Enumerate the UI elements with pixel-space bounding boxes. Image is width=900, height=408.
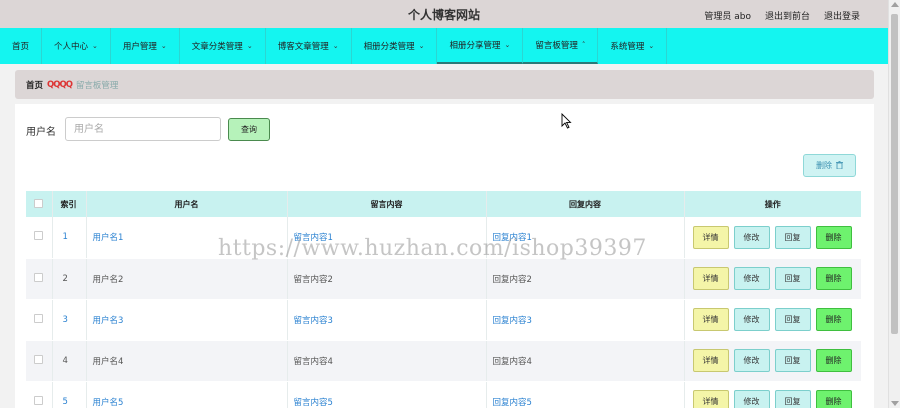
- breadcrumb-home[interactable]: 首页: [26, 79, 43, 91]
- reply-button[interactable]: 回复: [774, 308, 811, 331]
- header-reply: 回复内容: [485, 191, 684, 217]
- table-row: 3 用户名3 留言内容3 回复内容3 详情 修改 回复 删除: [26, 299, 861, 341]
- delete-button[interactable]: 删除: [815, 390, 852, 408]
- breadcrumb: 首页 QQQQ 留言板管理: [15, 70, 874, 99]
- row-reply: 回复内容4: [485, 340, 684, 382]
- edit-button[interactable]: 修改: [733, 349, 770, 372]
- query-button[interactable]: 查询: [228, 118, 270, 141]
- row-username[interactable]: 用户名5: [85, 381, 287, 408]
- table-row: 4 用户名4 留言内容4 回复内容4 详情 修改 回复 删除: [26, 340, 861, 382]
- table-header-row: 索引 用户名 留言内容 回复内容 操作: [26, 191, 861, 217]
- header-user-area: 管理员 abo 退出到前台 退出登录: [704, 9, 860, 22]
- row-index: 5: [51, 381, 86, 408]
- chevron-down-icon: ⌄: [246, 42, 253, 50]
- edit-button[interactable]: 修改: [733, 308, 770, 331]
- scrollbar-thumb[interactable]: [891, 14, 898, 334]
- nav-item-album-share[interactable]: 相册分享管理 ⌄: [437, 28, 524, 64]
- detail-button[interactable]: 详情: [692, 225, 729, 249]
- message-table: 索引 用户名 留言内容 回复内容 操作 1 用户名1 留言内容1 回复内容1 详…: [26, 191, 861, 408]
- header-username: 用户名: [85, 191, 287, 217]
- chevron-up-icon: ˄: [581, 41, 586, 49]
- nav-item-personal-center[interactable]: 个人中心 ⌄: [42, 28, 111, 64]
- edit-button[interactable]: 修改: [733, 225, 770, 249]
- nav-item-user-management[interactable]: 用户管理 ⌄: [111, 28, 180, 64]
- row-checkbox[interactable]: [34, 231, 44, 241]
- row-index: 2: [51, 258, 86, 300]
- detail-button[interactable]: 详情: [692, 349, 729, 372]
- row-message[interactable]: 留言内容5: [286, 381, 486, 408]
- row-checkbox[interactable]: [34, 272, 44, 282]
- chevron-down-icon: ⌄: [504, 41, 511, 49]
- chevron-down-icon: ⌄: [418, 42, 425, 50]
- exit-to-front-link[interactable]: 退出到前台: [765, 9, 810, 22]
- logout-link[interactable]: 退出登录: [824, 9, 860, 22]
- row-username[interactable]: 用户名3: [85, 299, 287, 341]
- delete-button[interactable]: 删除: [815, 225, 852, 249]
- chevron-down-icon: ⌄: [92, 42, 98, 50]
- reply-button[interactable]: 回复: [774, 349, 811, 372]
- row-reply[interactable]: 回复内容5: [485, 381, 684, 408]
- header-select-all[interactable]: [26, 191, 52, 217]
- admin-label: 管理员 abo: [704, 12, 751, 22]
- row-checkbox[interactable]: [34, 313, 44, 323]
- main-content: 用户名 查询 删除 索引 用户名 留言内容 回复内容 操作: [15, 104, 874, 408]
- page-scrollbar[interactable]: [888, 0, 900, 408]
- trash-icon: [836, 160, 843, 171]
- row-checkbox[interactable]: [34, 354, 44, 364]
- breadcrumb-separator: QQQQ: [47, 79, 73, 90]
- select-all-checkbox[interactable]: [34, 198, 44, 208]
- row-reply: 回复内容2: [485, 258, 684, 300]
- nav-item-home[interactable]: 首页: [0, 28, 43, 64]
- chevron-down-icon: ⌄: [648, 42, 655, 50]
- header-message: 留言内容: [286, 191, 486, 217]
- row-username[interactable]: 用户名1: [85, 217, 287, 259]
- delete-button[interactable]: 删除: [815, 308, 852, 331]
- detail-button[interactable]: 详情: [692, 267, 729, 290]
- row-message[interactable]: 留言内容3: [286, 299, 486, 341]
- chevron-down-icon: ⌄: [160, 42, 167, 50]
- delete-button[interactable]: 删除: [815, 349, 852, 372]
- top-header: 个人博客网站 管理员 abo 退出到前台 退出登录: [0, 0, 900, 28]
- main-nav: 首页 个人中心 ⌄ 用户管理 ⌄ 文章分类管理 ⌄ 博客文章管理 ⌄ 相册分类管理 ⌄ 相…: [0, 28, 888, 64]
- header-index: 索引: [51, 191, 86, 217]
- username-search-input[interactable]: [65, 117, 221, 141]
- row-index: 1: [51, 217, 86, 259]
- scroll-up-arrow-icon[interactable]: [891, 2, 899, 7]
- edit-button[interactable]: 修改: [733, 390, 770, 408]
- nav-item-album-category[interactable]: 相册分类管理 ⌄: [352, 28, 438, 64]
- row-message: 留言内容4: [286, 340, 486, 382]
- chevron-down-icon: ⌄: [332, 42, 339, 50]
- row-message: 留言内容2: [286, 258, 486, 300]
- nav-item-article-category[interactable]: 文章分类管理 ⌄: [180, 28, 266, 64]
- row-index: 3: [51, 299, 86, 341]
- table-row: 2 用户名2 留言内容2 回复内容2 详情 修改 回复 删除: [26, 258, 861, 300]
- mouse-cursor-icon: [561, 113, 572, 129]
- reply-button[interactable]: 回复: [774, 390, 811, 408]
- nav-item-blog-articles[interactable]: 博客文章管理 ⌄: [266, 28, 352, 64]
- nav-item-message-board[interactable]: 留言板管理 ˄: [523, 28, 599, 64]
- row-reply[interactable]: 回复内容1: [485, 217, 684, 259]
- row-index: 4: [51, 340, 86, 382]
- detail-button[interactable]: 详情: [692, 308, 729, 331]
- header-actions: 操作: [683, 191, 861, 217]
- detail-button[interactable]: 详情: [692, 390, 729, 408]
- edit-button[interactable]: 修改: [733, 267, 770, 290]
- reply-button[interactable]: 回复: [774, 225, 811, 249]
- row-reply[interactable]: 回复内容3: [485, 299, 684, 341]
- table-row: 1 用户名1 留言内容1 回复内容1 详情 修改 回复 删除: [26, 217, 861, 259]
- row-username: 用户名4: [85, 340, 287, 382]
- delete-button[interactable]: 删除: [815, 267, 852, 290]
- breadcrumb-current: 留言板管理: [75, 80, 119, 91]
- scroll-down-arrow-icon[interactable]: [891, 401, 899, 406]
- row-message[interactable]: 留言内容1: [286, 217, 486, 259]
- batch-delete-label: 删除: [816, 161, 832, 170]
- reply-button[interactable]: 回复: [774, 267, 811, 290]
- nav-item-system[interactable]: 系统管理 ⌄: [598, 28, 668, 64]
- row-username: 用户名2: [85, 258, 287, 300]
- table-row: 5 用户名5 留言内容5 回复内容5 详情 修改 回复 删除: [26, 381, 861, 408]
- batch-delete-button[interactable]: 删除: [803, 154, 856, 177]
- row-checkbox[interactable]: [34, 395, 44, 405]
- search-label: 用户名: [26, 127, 56, 138]
